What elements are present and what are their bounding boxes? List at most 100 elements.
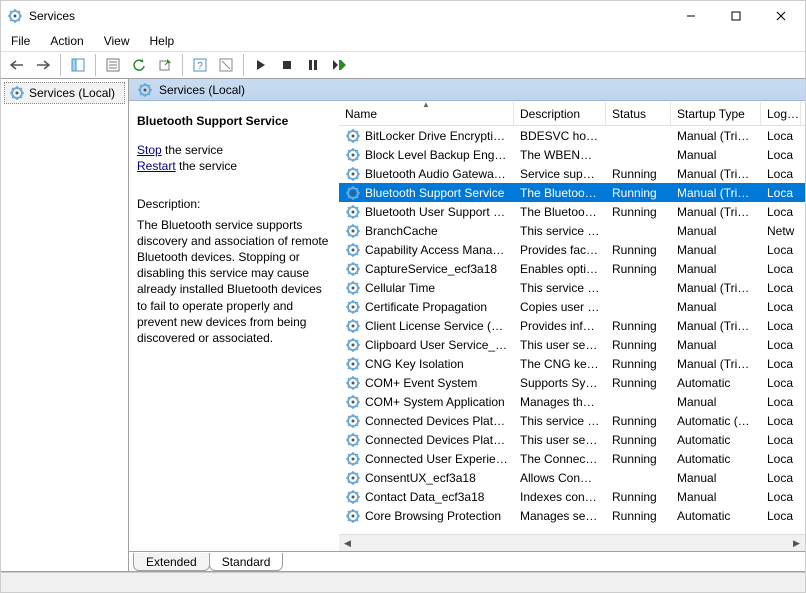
service-name: COM+ System Application [365,395,505,409]
service-row[interactable]: Bluetooth Audio Gateway S…Service sup…Ru… [339,164,805,183]
service-description: The CNG ke… [514,357,606,371]
forward-button[interactable] [31,53,55,77]
gear-icon [345,394,361,410]
service-logon: Loca [761,300,801,314]
menu-view[interactable]: View [102,32,132,50]
service-row[interactable]: Client License Service (ClipS…Provides i… [339,316,805,335]
stop-suffix: the service [162,143,223,157]
gear-icon [345,489,361,505]
service-row[interactable]: Contact Data_ecf3a18Indexes con…RunningM… [339,487,805,506]
service-name: Contact Data_ecf3a18 [365,490,484,504]
refresh-button[interactable] [127,53,151,77]
sort-ascending-icon: ▲ [422,100,430,109]
service-description: Copies user … [514,300,606,314]
service-startup-type: Manual (Trig… [671,186,761,200]
column-header-logon[interactable]: Log… [761,102,801,125]
service-name: Cellular Time [365,281,435,295]
service-row[interactable]: ConsentUX_ecf3a18Allows Con…ManualLoca [339,468,805,487]
help-button[interactable]: ? [188,53,212,77]
restart-suffix: the service [176,159,237,173]
service-row[interactable]: Certificate PropagationCopies user …Manu… [339,297,805,316]
tree-item-services-local[interactable]: Services (Local) [4,82,125,104]
gear-icon [345,508,361,524]
service-row[interactable]: Cellular TimeThis service …Manual (Trig…… [339,278,805,297]
service-startup-type: Manual [671,148,761,162]
service-logon: Loca [761,129,801,143]
service-row[interactable]: CaptureService_ecf3a18Enables opti…Runni… [339,259,805,278]
service-startup-type: Manual [671,395,761,409]
service-list: Name ▲ Description Status Startup Type L… [339,102,805,551]
tab-strip: Extended Standard [129,551,805,571]
pause-service-button[interactable] [301,53,325,77]
toolbar-separator [60,54,61,76]
service-status: Running [606,414,671,428]
service-row[interactable]: Core Browsing ProtectionManages se…Runni… [339,506,805,525]
service-row[interactable]: Capability Access Manager …Provides fac…… [339,240,805,259]
description-body: The Bluetooth service supports discovery… [137,217,333,347]
service-description: Manages th… [514,395,606,409]
service-row[interactable]: Connected User Experience…The Connec…Run… [339,449,805,468]
close-button[interactable] [758,2,803,30]
service-row[interactable]: COM+ Event SystemSupports Sy…RunningAuto… [339,373,805,392]
tab-extended[interactable]: Extended [133,553,210,571]
service-startup-type: Manual (Trig… [671,167,761,181]
service-row[interactable]: CNG Key IsolationThe CNG ke…RunningManua… [339,354,805,373]
gear-icon [9,85,25,101]
minimize-button[interactable] [668,2,713,30]
restart-service-link[interactable]: Restart [137,159,176,173]
service-name: ConsentUX_ecf3a18 [365,471,476,485]
service-startup-type: Manual [671,471,761,485]
menu-bar: File Action View Help [1,31,805,51]
maximize-button[interactable] [713,2,758,30]
service-logon: Loca [761,376,801,390]
column-header-startup-type[interactable]: Startup Type [671,102,761,125]
service-logon: Loca [761,281,801,295]
selected-service-name: Bluetooth Support Service [137,114,333,128]
gear-icon [345,204,361,220]
service-row[interactable]: Connected Devices Platfor…This user ser…… [339,430,805,449]
stop-service-button[interactable] [275,53,299,77]
stop-service-link[interactable]: Stop [137,143,162,157]
service-row[interactable]: Clipboard User Service_ecf3…This user se… [339,335,805,354]
service-row[interactable]: COM+ System Application Manages th… Manual… [339,392,805,411]
service-description: The Bluetoo… [514,186,606,200]
column-header-name[interactable]: Name ▲ [339,102,514,125]
service-row[interactable]: Connected Devices Platfor…This service …… [339,411,805,430]
gear-icon [345,147,361,163]
properties-button[interactable] [101,53,125,77]
service-description: Provides fac… [514,243,606,257]
service-logon: Loca [761,338,801,352]
right-pane: Services (Local) Bluetooth Support Servi… [129,79,805,571]
service-logon: Loca [761,243,801,257]
service-row[interactable]: Bluetooth Support ServiceThe Bluetoo…Run… [339,183,805,202]
toolbar-unknown-icon[interactable] [214,53,238,77]
scroll-left-button[interactable]: ◀ [339,535,356,552]
horizontal-scrollbar[interactable]: ◀ ▶ [339,534,805,551]
show-hide-tree-button[interactable] [66,53,90,77]
back-button[interactable] [5,53,29,77]
service-status: Running [606,509,671,523]
scroll-right-button[interactable]: ▶ [788,535,805,552]
service-row[interactable]: BranchCacheThis service …ManualNetw [339,221,805,240]
service-logon: Loca [761,186,801,200]
service-description: This user ser… [514,338,606,352]
service-description: This service … [514,224,606,238]
column-header-status[interactable]: Status [606,102,671,125]
menu-file[interactable]: File [9,32,32,50]
service-logon: Loca [761,262,801,276]
service-status: Running [606,376,671,390]
service-status: Running [606,452,671,466]
gear-icon [345,356,361,372]
service-description: Supports Sy… [514,376,606,390]
column-header-description[interactable]: Description [514,102,606,125]
service-startup-type: Manual [671,490,761,504]
export-list-button[interactable] [153,53,177,77]
tab-standard[interactable]: Standard [209,553,284,571]
service-row[interactable]: Block Level Backup Engine …The WBENG…Man… [339,145,805,164]
menu-help[interactable]: Help [148,32,177,50]
restart-service-button[interactable] [327,53,351,77]
service-row[interactable]: BitLocker Drive Encryption …BDESVC hos…M… [339,126,805,145]
menu-action[interactable]: Action [48,32,85,50]
start-service-button[interactable] [249,53,273,77]
service-row[interactable]: Bluetooth User Support Ser…The Bluetoo…R… [339,202,805,221]
